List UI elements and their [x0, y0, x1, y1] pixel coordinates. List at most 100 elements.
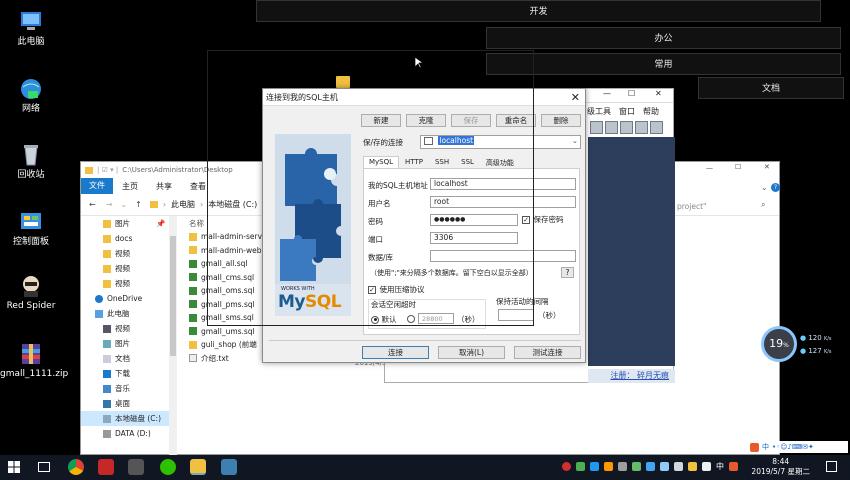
close-icon[interactable]: ✕: [571, 89, 580, 106]
nav-item-this-pc[interactable]: 此电脑: [81, 306, 169, 321]
nav-item-pictures[interactable]: 图片 📌: [81, 216, 169, 231]
ribbon-tab-view[interactable]: 查看: [181, 181, 215, 192]
nav-item-videos[interactable]: 视频: [81, 246, 169, 261]
nav-item-videos[interactable]: 视频: [81, 261, 169, 276]
tray-icon[interactable]: [576, 462, 585, 471]
saved-connection-select[interactable]: localhost ⌄: [420, 135, 581, 149]
save-password-checkbox[interactable]: ✓ 保存密码: [522, 214, 564, 225]
forward-icon[interactable]: →: [106, 200, 113, 209]
delete-button[interactable]: 删除: [541, 114, 581, 127]
port-input[interactable]: 3306: [430, 232, 518, 244]
desktop-icon-gmall-zip[interactable]: gmall_1111.zip: [0, 342, 68, 380]
ribbon-tab-home[interactable]: 主页: [113, 181, 147, 192]
search-input[interactable]: project": [677, 202, 706, 211]
test-connection-button[interactable]: 测试连接: [514, 346, 581, 359]
toolbar-icon[interactable]: [635, 121, 648, 134]
speed-gauge[interactable]: 19%: [761, 326, 797, 362]
chevron-down-icon[interactable]: ⌄: [120, 200, 127, 209]
sqlyog-icon[interactable]: [221, 459, 237, 475]
help-icon[interactable]: ?: [771, 183, 780, 192]
ime-settings-icon[interactable]: •◦☺♪⌨✉✦: [772, 443, 814, 451]
chevron-down-icon[interactable]: ⌄: [572, 136, 578, 146]
category-bar-docs[interactable]: 文档: [698, 77, 844, 99]
rename-button[interactable]: 重命名: [496, 114, 536, 127]
nav-item-onedrive[interactable]: OneDrive: [81, 291, 169, 306]
nav-item-videos[interactable]: 视频: [81, 321, 169, 336]
nav-scrollbar[interactable]: [169, 216, 177, 456]
start-button[interactable]: [8, 461, 20, 475]
tray-icon[interactable]: [618, 462, 627, 471]
ime-toolbar[interactable]: 中 •◦☺♪⌨✉✦: [748, 441, 848, 453]
ribbon-tab-file[interactable]: 文件: [81, 178, 113, 194]
toolbar-icon[interactable]: [620, 121, 633, 134]
minimize-icon[interactable]: —: [603, 89, 611, 98]
category-bar-common[interactable]: 常用: [486, 53, 841, 75]
tray-icon[interactable]: [562, 462, 571, 471]
search-icon[interactable]: ⌕: [761, 200, 765, 210]
toolbar-icon[interactable]: [605, 121, 618, 134]
toolbar-icon[interactable]: [650, 121, 663, 134]
nav-item-docs[interactable]: docs: [81, 231, 169, 246]
username-input[interactable]: root: [430, 196, 576, 208]
notification-icon[interactable]: [826, 461, 837, 472]
chrome-icon[interactable]: [68, 459, 84, 475]
database-input[interactable]: [430, 250, 576, 262]
custom-timeout-radio[interactable]: [407, 315, 415, 323]
desktop-icon-network[interactable]: 网络: [0, 77, 62, 115]
tray-icon[interactable]: [604, 462, 613, 471]
host-input[interactable]: localhost: [430, 178, 576, 190]
tray-icon[interactable]: [590, 462, 599, 471]
chevron-down-icon[interactable]: ⌄: [761, 183, 768, 192]
network-icon[interactable]: [674, 462, 683, 471]
close-icon[interactable]: ✕: [764, 163, 770, 171]
nav-item-desktop[interactable]: 桌面: [81, 396, 169, 411]
database-help-button[interactable]: ?: [561, 267, 574, 278]
folder-icon[interactable]: [336, 76, 350, 88]
connect-button[interactable]: 连接: [362, 346, 429, 359]
tray-icon[interactable]: [632, 462, 641, 471]
clone-button[interactable]: 克隆: [406, 114, 446, 127]
up-icon[interactable]: ↑: [135, 200, 142, 209]
desktop-icon-recycle-bin[interactable]: 回收站: [0, 143, 62, 181]
taskbar-clock[interactable]: 8:44 2019/5/7 星期二: [751, 457, 810, 477]
category-bar-dev[interactable]: 开发: [256, 0, 821, 22]
nav-item-pictures[interactable]: 图片: [81, 336, 169, 351]
folder-icon[interactable]: [688, 462, 697, 471]
volume-icon[interactable]: [702, 462, 711, 471]
ribbon-tab-share[interactable]: 共享: [147, 181, 181, 192]
nav-item-d-drive[interactable]: DATA (D:): [81, 426, 169, 441]
timeout-input[interactable]: 28800: [418, 313, 454, 324]
nav-item-music[interactable]: 音乐: [81, 381, 169, 396]
menu-item-help[interactable]: 帮助: [643, 106, 659, 117]
ime-indicator[interactable]: 中: [716, 462, 724, 471]
nav-item-c-drive[interactable]: 本地磁盘 (C:): [81, 411, 169, 426]
category-bar-office[interactable]: 办公: [486, 27, 841, 49]
back-icon[interactable]: ←: [89, 200, 96, 209]
app-icon[interactable]: [128, 459, 144, 475]
maximize-icon[interactable]: ☐: [628, 89, 635, 98]
menu-item-window[interactable]: 窗口: [619, 106, 635, 117]
desktop-icon-control-panel[interactable]: 控制面板: [0, 210, 62, 248]
toolbar-icon[interactable]: [590, 121, 603, 134]
tray-icon[interactable]: [646, 462, 655, 471]
new-button[interactable]: 新建: [361, 114, 401, 127]
wechat-icon[interactable]: [160, 459, 176, 475]
desktop-icon-red-spider[interactable]: Red Spider: [0, 274, 62, 312]
desktop-icon-this-pc[interactable]: 此电脑: [0, 10, 62, 48]
maximize-icon[interactable]: ☐: [735, 163, 741, 171]
password-input[interactable]: ●●●●●●: [430, 214, 518, 226]
save-button[interactable]: 保存: [451, 114, 491, 127]
nav-item-downloads[interactable]: 下载: [81, 366, 169, 381]
minimize-icon[interactable]: —: [706, 164, 713, 172]
file-explorer-icon[interactable]: [190, 459, 206, 475]
compress-checkbox[interactable]: ✓ 使用压缩协议: [368, 284, 425, 295]
bluetooth-icon[interactable]: [660, 462, 669, 471]
media-player-icon[interactable]: [98, 459, 114, 475]
cancel-button[interactable]: 取消(L): [438, 346, 505, 359]
nav-item-videos[interactable]: 视频: [81, 276, 169, 291]
task-view-icon[interactable]: [38, 462, 50, 472]
registration-status[interactable]: 注册： 碎月无痕: [588, 369, 675, 383]
close-icon[interactable]: ✕: [655, 89, 662, 98]
default-radio[interactable]: 默认: [371, 314, 397, 325]
breadcrumb-this-pc[interactable]: 此电脑: [171, 199, 195, 210]
